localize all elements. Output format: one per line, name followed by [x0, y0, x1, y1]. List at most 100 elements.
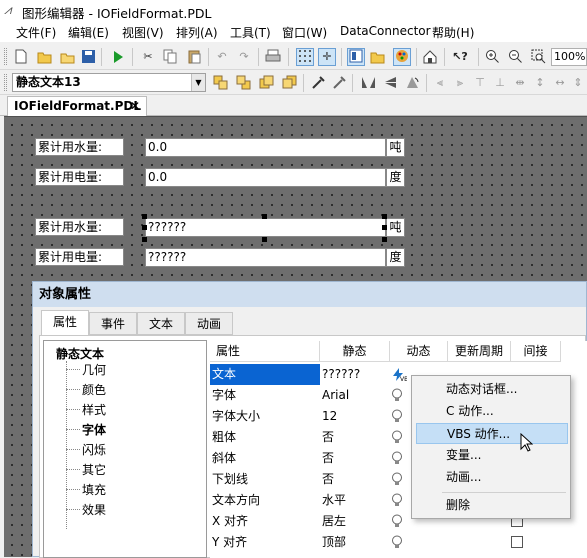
water-usage-io-field[interactable]: 0.0 [145, 138, 386, 157]
power-unit-label[interactable]: 度 [386, 248, 405, 267]
power-usage-static-text[interactable]: ?????? [145, 248, 386, 267]
save-icon[interactable] [80, 49, 96, 65]
align-left-icon[interactable]: ⫷ [432, 75, 448, 91]
tree-item-misc[interactable]: 其它 [82, 461, 106, 478]
tree-item-styles[interactable]: 样式 [82, 401, 106, 418]
property-value[interactable]: 12 [320, 406, 337, 427]
menu-item-delete[interactable]: 删除 [416, 495, 568, 516]
same-width-icon[interactable]: ↔ [552, 75, 568, 91]
same-height-icon[interactable]: ⇕ [570, 75, 586, 91]
water-usage-label[interactable]: 累计用水量: [35, 218, 124, 236]
mirror-vertical-icon[interactable] [382, 75, 398, 91]
lightbulb-icon[interactable] [391, 535, 403, 550]
resize-handle[interactable] [262, 214, 267, 219]
lightbulb-icon[interactable] [391, 451, 403, 466]
water-unit-label[interactable]: 吨 [386, 218, 405, 237]
menu-item-vbs-action[interactable]: VBS 动作... [416, 423, 568, 444]
tree-item-colors[interactable]: 颜色 [82, 381, 106, 398]
lightbulb-icon[interactable] [391, 388, 403, 403]
bring-front-icon[interactable] [212, 75, 228, 91]
column-header-update-cycle[interactable]: 更新周期 [448, 341, 511, 362]
panel-title[interactable]: 对象属性 [33, 282, 586, 307]
dynamic-action-icon[interactable]: VB [391, 367, 408, 383]
property-value[interactable]: 否 [320, 427, 334, 448]
column-header-dynamic[interactable]: 动态 [390, 341, 448, 362]
menu-item-animation[interactable]: 动画... [416, 467, 568, 488]
lightbulb-icon[interactable] [391, 472, 403, 487]
align-right-icon[interactable]: ⫸ [452, 75, 468, 91]
property-value[interactable]: 否 [320, 469, 334, 490]
property-value[interactable]: 顶部 [320, 532, 346, 553]
resize-handle[interactable] [382, 225, 387, 230]
align-bottom-icon[interactable]: ⊥ [492, 75, 508, 91]
zoom-in-icon[interactable] [484, 49, 500, 65]
column-header-attribute[interactable]: 属性 [210, 341, 320, 362]
column-header-static[interactable]: 静态 [320, 341, 390, 362]
power-unit-label[interactable]: 度 [386, 168, 405, 187]
close-icon[interactable]: ✕ [130, 97, 140, 115]
power-usage-label[interactable]: 累计用电量: [35, 168, 124, 186]
property-value[interactable]: 水平 [320, 490, 346, 511]
menu-edit[interactable]: 编辑(E) [68, 24, 109, 41]
pipette-apply-icon[interactable] [331, 75, 347, 91]
align-center-icon[interactable]: ⇹ [512, 75, 528, 91]
water-unit-label[interactable]: 吨 [386, 138, 405, 157]
help-pointer-icon[interactable]: ↖? [452, 49, 468, 65]
undo-icon[interactable]: ↶ [214, 49, 230, 65]
property-value[interactable]: 居左 [320, 511, 346, 532]
tree-item-effects[interactable]: 效果 [82, 501, 106, 518]
lightbulb-icon[interactable] [391, 514, 403, 529]
object-selector-combo[interactable]: 静态文本13 ▼ [12, 73, 206, 92]
open-icon[interactable] [60, 49, 76, 65]
lightbulb-icon[interactable] [391, 493, 403, 508]
menu-window[interactable]: 窗口(W) [282, 24, 327, 41]
indirect-checkbox[interactable] [511, 536, 523, 548]
rotate-icon[interactable] [404, 75, 420, 91]
print-icon[interactable] [265, 49, 281, 65]
copy-icon[interactable] [162, 49, 178, 65]
menu-help[interactable]: 帮助(H) [432, 24, 474, 41]
tree-root[interactable]: 静态文本 [56, 345, 104, 362]
property-value[interactable]: ?????? [320, 364, 360, 385]
menu-view[interactable]: 视图(V) [122, 24, 164, 41]
tab-text[interactable]: 文本 [137, 312, 185, 335]
menu-item-c-action[interactable]: C 动作... [416, 401, 568, 422]
send-back-icon[interactable] [235, 75, 251, 91]
send-backward-icon[interactable] [281, 75, 297, 91]
zoom-fit-icon[interactable] [530, 49, 546, 65]
lightbulb-icon[interactable] [391, 430, 403, 445]
grid-icon[interactable] [296, 48, 314, 66]
mirror-horizontal-icon[interactable] [360, 75, 376, 91]
chevron-down-icon[interactable]: ▼ [191, 74, 205, 91]
toolbar-grip[interactable] [4, 48, 7, 65]
open-folder-icon[interactable] [37, 49, 53, 65]
menu-item-tag[interactable]: 变量... [416, 445, 568, 466]
bring-forward-icon[interactable] [258, 75, 274, 91]
object-properties-icon[interactable] [422, 49, 438, 65]
toolbar-grip[interactable] [4, 74, 7, 91]
menu-arrange[interactable]: 排列(A) [176, 24, 218, 41]
new-file-icon[interactable] [13, 49, 29, 65]
cut-icon[interactable]: ✂ [140, 49, 156, 65]
pipette-icon[interactable] [310, 75, 326, 91]
redo-icon[interactable]: ↷ [236, 49, 252, 65]
paste-icon[interactable] [186, 49, 202, 65]
resize-handle[interactable] [262, 237, 267, 242]
tree-item-filling[interactable]: 填充 [82, 481, 106, 498]
table-row[interactable]: Y 对齐 顶部 [210, 532, 587, 553]
library-icon[interactable] [370, 49, 386, 65]
zoom-combo[interactable]: 100% [551, 48, 587, 66]
menu-item-dynamic-dialog[interactable]: 动态对话框... [416, 379, 568, 400]
tab-events[interactable]: 事件 [89, 312, 137, 335]
tree-item-font[interactable]: 字体 [82, 421, 106, 438]
property-value[interactable]: 否 [320, 448, 334, 469]
water-usage-static-text[interactable]: ?????? [145, 218, 386, 237]
menu-dataconnector[interactable]: DataConnector [340, 24, 431, 38]
snap-to-grid-icon[interactable]: ✛ [318, 48, 336, 66]
menu-tools[interactable]: 工具(T) [230, 24, 271, 41]
tab-animation[interactable]: 动画 [185, 312, 233, 335]
power-usage-io-field[interactable]: 0.0 [145, 168, 386, 187]
align-top-icon[interactable]: ⊤ [472, 75, 488, 91]
column-header-indirect[interactable]: 间接 [511, 341, 561, 362]
run-icon[interactable] [110, 49, 126, 65]
